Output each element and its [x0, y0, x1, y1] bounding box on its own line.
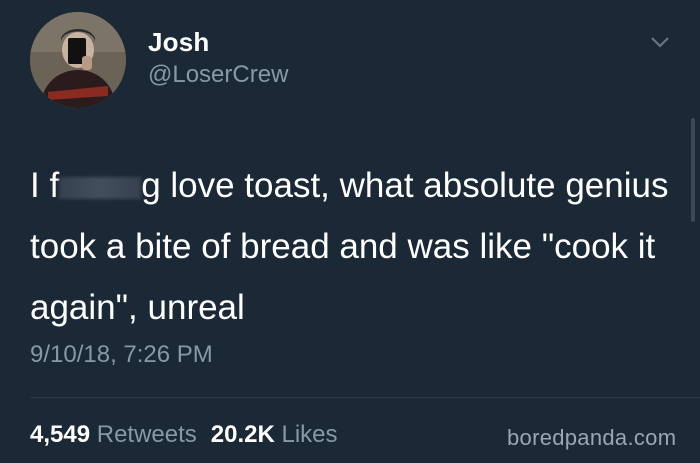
divider [30, 397, 700, 398]
tweet-timestamp[interactable]: 9/10/18, 7:26 PM [30, 341, 213, 369]
scrollbar[interactable] [691, 118, 695, 222]
tweet-text: I fg love toast, what absolute genius to… [30, 155, 680, 338]
user-avatar[interactable] [30, 12, 126, 108]
tweet-stats: 4,549 Retweets 20.2K Likes [30, 421, 338, 449]
likes-stat[interactable]: 20.2K Likes [211, 421, 338, 448]
censored-word [59, 177, 142, 199]
likes-count: 20.2K [210, 421, 275, 448]
tweet-card: Josh @LoserCrew I fg love toast, what ab… [0, 0, 700, 463]
chevron-down-icon[interactable] [648, 33, 672, 51]
watermark: boredpanda.com [507, 425, 677, 450]
retweets-count: 4,549 [30, 421, 91, 448]
tweet-text-prefix: I f [30, 166, 60, 205]
likes-label: Likes [281, 421, 338, 448]
avatar-image [30, 12, 126, 108]
user-handle[interactable]: @LoserCrew [148, 61, 288, 89]
retweets-stat[interactable]: 4,549 Retweets [30, 421, 197, 448]
display-name[interactable]: Josh [148, 27, 209, 58]
retweets-label: Retweets [96, 421, 197, 448]
